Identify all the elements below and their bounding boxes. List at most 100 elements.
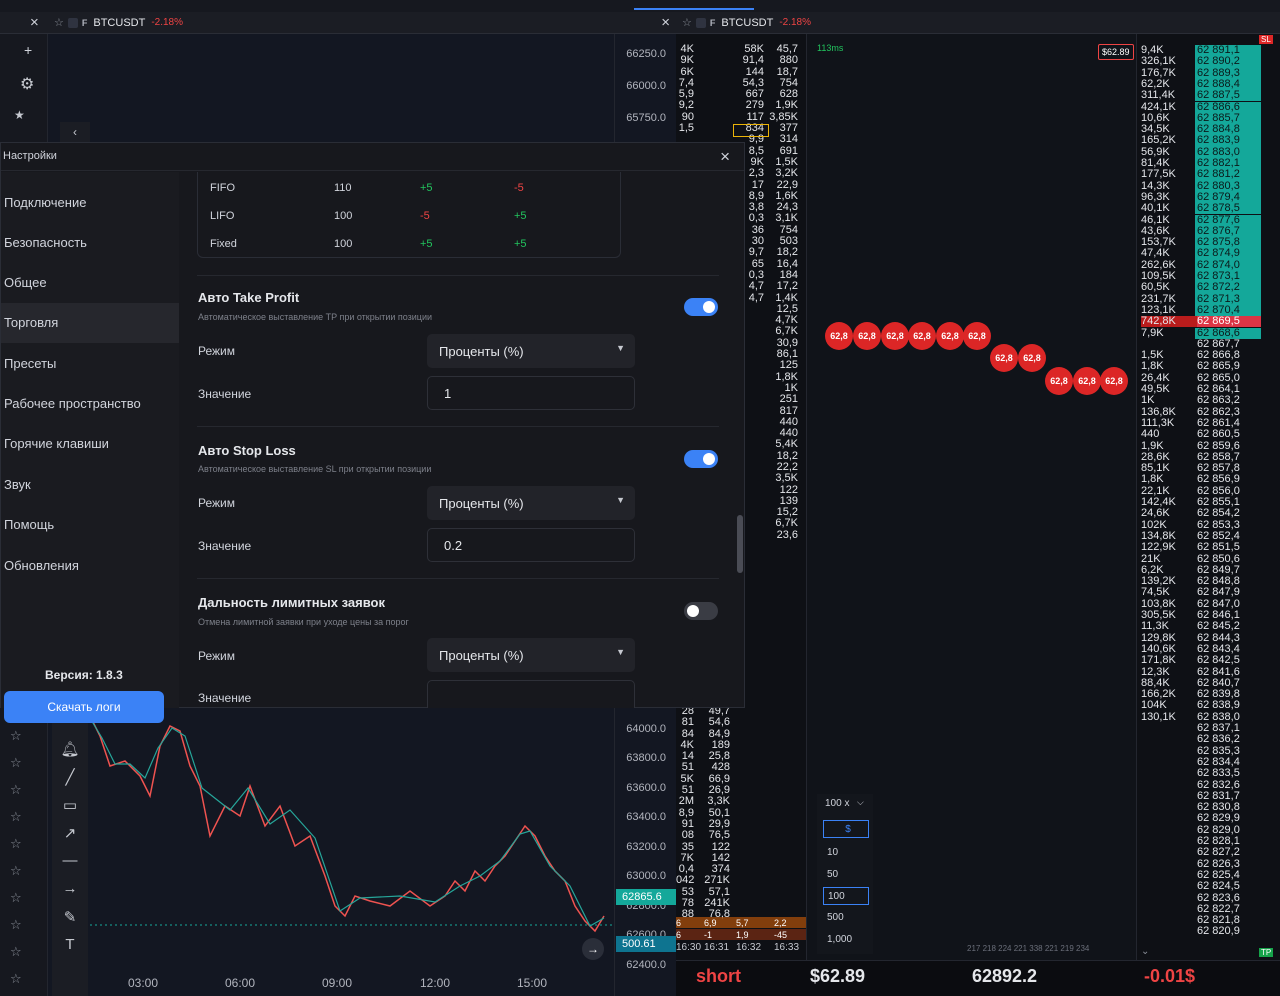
stop-loss-toggle[interactable] bbox=[684, 450, 718, 468]
trading-panel[interactable]: 113ms $62.89 62,8 62,8 62,8 62,8 62,8 62,8 62,… bbox=[806, 34, 1136, 960]
star-icon[interactable]: ☆ bbox=[10, 944, 22, 960]
star-icon[interactable]: ☆ bbox=[682, 16, 692, 29]
book-price[interactable]: 62 842,5 bbox=[1195, 654, 1261, 666]
top-strip-right bbox=[634, 0, 1280, 12]
book-price[interactable]: 62 860,5 bbox=[1195, 428, 1261, 440]
trend-line-icon[interactable]: ╱ bbox=[52, 768, 88, 794]
book-price[interactable]: 62 856,9 bbox=[1195, 474, 1261, 486]
star-icon[interactable]: ☆ bbox=[10, 971, 22, 987]
qty-option[interactable]: 50 bbox=[823, 866, 869, 884]
limit-range-mode-select[interactable]: Проценты (%) ▼ bbox=[427, 638, 635, 672]
bell-icon[interactable]: 🔔︎ bbox=[52, 740, 88, 766]
book-price[interactable]: 62 878,5 bbox=[1195, 202, 1261, 215]
book-price[interactable]: 62 854,2 bbox=[1195, 507, 1261, 519]
settings-nav-item[interactable]: Торговля bbox=[1, 303, 179, 343]
left-rail-header: × bbox=[0, 12, 48, 34]
qty-option[interactable]: 500 bbox=[823, 909, 869, 927]
settings-nav-item[interactable]: Подключение bbox=[1, 183, 179, 223]
chart-tab-right[interactable]: ☆ F BTCUSDT -2.18% bbox=[676, 12, 1280, 34]
book-price[interactable]: 62 845,2 bbox=[1195, 620, 1261, 632]
cluster-time: 16:30 bbox=[676, 942, 702, 953]
star-icon[interactable]: ☆ bbox=[10, 836, 22, 852]
settings-nav-item[interactable]: Горячие клавиши bbox=[1, 424, 179, 464]
qty-option[interactable]: 1,000 bbox=[823, 931, 869, 949]
book-price[interactable]: 62 836,2 bbox=[1195, 733, 1261, 745]
star-icon[interactable]: ☆ bbox=[10, 863, 22, 879]
chevron-down-icon[interactable]: ⌵ bbox=[857, 797, 864, 808]
star-icon[interactable]: ☆ bbox=[10, 917, 22, 933]
settings-title: Настройки bbox=[1, 143, 744, 171]
stop-loss-value-input[interactable]: 0.2 bbox=[427, 528, 635, 562]
trade-cell: 3,5K bbox=[775, 472, 798, 485]
settings-nav-item[interactable]: Рабочее пространство bbox=[1, 384, 179, 424]
collapse-chevron-icon[interactable]: ‹ bbox=[60, 122, 90, 142]
star-icon[interactable]: ☆ bbox=[54, 16, 64, 29]
settings-nav-item[interactable]: Общее bbox=[1, 263, 179, 303]
book-price[interactable]: 62 847,9 bbox=[1195, 587, 1261, 599]
book-price[interactable]: 62 827,2 bbox=[1195, 846, 1261, 858]
book-volume: 326,1K bbox=[1141, 55, 1176, 68]
close-icon[interactable]: × bbox=[30, 14, 39, 31]
price-tick: 64000.0 bbox=[626, 723, 666, 735]
book-price[interactable]: 62 829,9 bbox=[1195, 813, 1261, 825]
qty-option[interactable]: 100 bbox=[823, 887, 869, 905]
take-profit-toggle[interactable] bbox=[684, 298, 718, 316]
star-icon[interactable]: ☆ bbox=[10, 782, 22, 798]
book-price[interactable]: 62 863,2 bbox=[1195, 394, 1261, 406]
limit-range-toggle[interactable] bbox=[684, 602, 718, 620]
settings-scrollbar[interactable] bbox=[737, 515, 743, 573]
book-price[interactable]: 62 883,9 bbox=[1195, 135, 1261, 147]
add-icon[interactable]: + bbox=[24, 42, 32, 58]
star-icon[interactable]: ☆ bbox=[10, 728, 22, 744]
chevron-down-icon[interactable]: ⌄ bbox=[1141, 946, 1149, 957]
book-price[interactable]: 62 838,9 bbox=[1195, 700, 1261, 712]
star-filled-icon[interactable]: ★ bbox=[14, 108, 25, 122]
settings-nav-item[interactable]: Обновления bbox=[1, 546, 179, 586]
arrow-icon[interactable]: ↗ bbox=[52, 824, 88, 850]
settings-nav-item[interactable]: Безопасность bbox=[1, 223, 179, 263]
currency-toggle[interactable]: $ bbox=[823, 820, 869, 838]
limit-range-value-input[interactable] bbox=[427, 680, 635, 708]
settings-nav-item[interactable]: Помощь bbox=[1, 505, 179, 545]
close-icon[interactable]: × bbox=[661, 14, 670, 31]
take-profit-mode-select[interactable]: Проценты (%) ▼ bbox=[427, 334, 635, 368]
book-price[interactable]: 62 874,9 bbox=[1195, 248, 1261, 260]
book-price[interactable]: 62 869,5 bbox=[1195, 315, 1261, 328]
qty-option[interactable]: 10 bbox=[823, 844, 869, 862]
star-icon[interactable]: ☆ bbox=[10, 755, 22, 771]
book-price[interactable]: 62 824,5 bbox=[1195, 880, 1261, 892]
book-price[interactable]: 62 881,2 bbox=[1195, 168, 1261, 181]
right-arrow-icon[interactable]: → bbox=[52, 880, 88, 906]
stop-loss-mode-select[interactable]: Проценты (%) ▼ bbox=[427, 486, 635, 520]
book-price[interactable]: 62 865,9 bbox=[1195, 361, 1261, 373]
book-volume: 40,1K bbox=[1141, 202, 1170, 215]
text-icon[interactable]: T bbox=[52, 936, 88, 962]
settings-nav-item[interactable]: Звук bbox=[1, 465, 179, 505]
scroll-to-latest-icon[interactable]: → bbox=[582, 938, 604, 960]
download-logs-button[interactable]: Скачать логи bbox=[4, 691, 164, 723]
book-price[interactable]: 62 887,5 bbox=[1195, 89, 1261, 102]
pencil-icon[interactable]: ✎ bbox=[52, 908, 88, 934]
trade-bubble: 62,8 bbox=[963, 322, 991, 350]
quantity-panel[interactable]: 100 x ⌵ $ 10 50 100 500 1,000 bbox=[817, 794, 873, 954]
book-price[interactable]: 62 833,5 bbox=[1195, 767, 1261, 779]
settings-nav-item[interactable]: Пресеты bbox=[1, 344, 179, 384]
tab-change: -2.18% bbox=[151, 17, 184, 28]
close-icon[interactable]: × bbox=[720, 147, 730, 167]
book-volume: 74,5K bbox=[1141, 586, 1170, 599]
horizontal-line-icon[interactable]: — bbox=[52, 852, 88, 878]
chart-tab-left[interactable]: ☆ F BTCUSDT -2.18% × bbox=[48, 12, 676, 34]
star-icon[interactable]: ☆ bbox=[10, 809, 22, 825]
gear-icon[interactable]: ⚙ bbox=[20, 74, 34, 94]
star-icon[interactable]: ☆ bbox=[10, 890, 22, 906]
book-price[interactable]: 62 890,2 bbox=[1195, 55, 1261, 68]
book-price[interactable]: 62 851,5 bbox=[1195, 541, 1261, 553]
take-profit-value-input[interactable]: 1 bbox=[427, 376, 635, 410]
order-book[interactable]: SL 62 891,1 9,4K 62 890,2 326,1K 62 889,3 176… bbox=[1136, 34, 1280, 960]
time-tick: 09:00 bbox=[322, 976, 353, 990]
book-price[interactable]: 62 820,9 bbox=[1195, 926, 1261, 938]
rectangle-icon[interactable]: ▭ bbox=[52, 796, 88, 822]
book-price[interactable]: 62 872,2 bbox=[1195, 281, 1261, 294]
caret-down-icon: ▼ bbox=[616, 495, 625, 505]
qty-header[interactable]: 100 x bbox=[825, 798, 849, 809]
